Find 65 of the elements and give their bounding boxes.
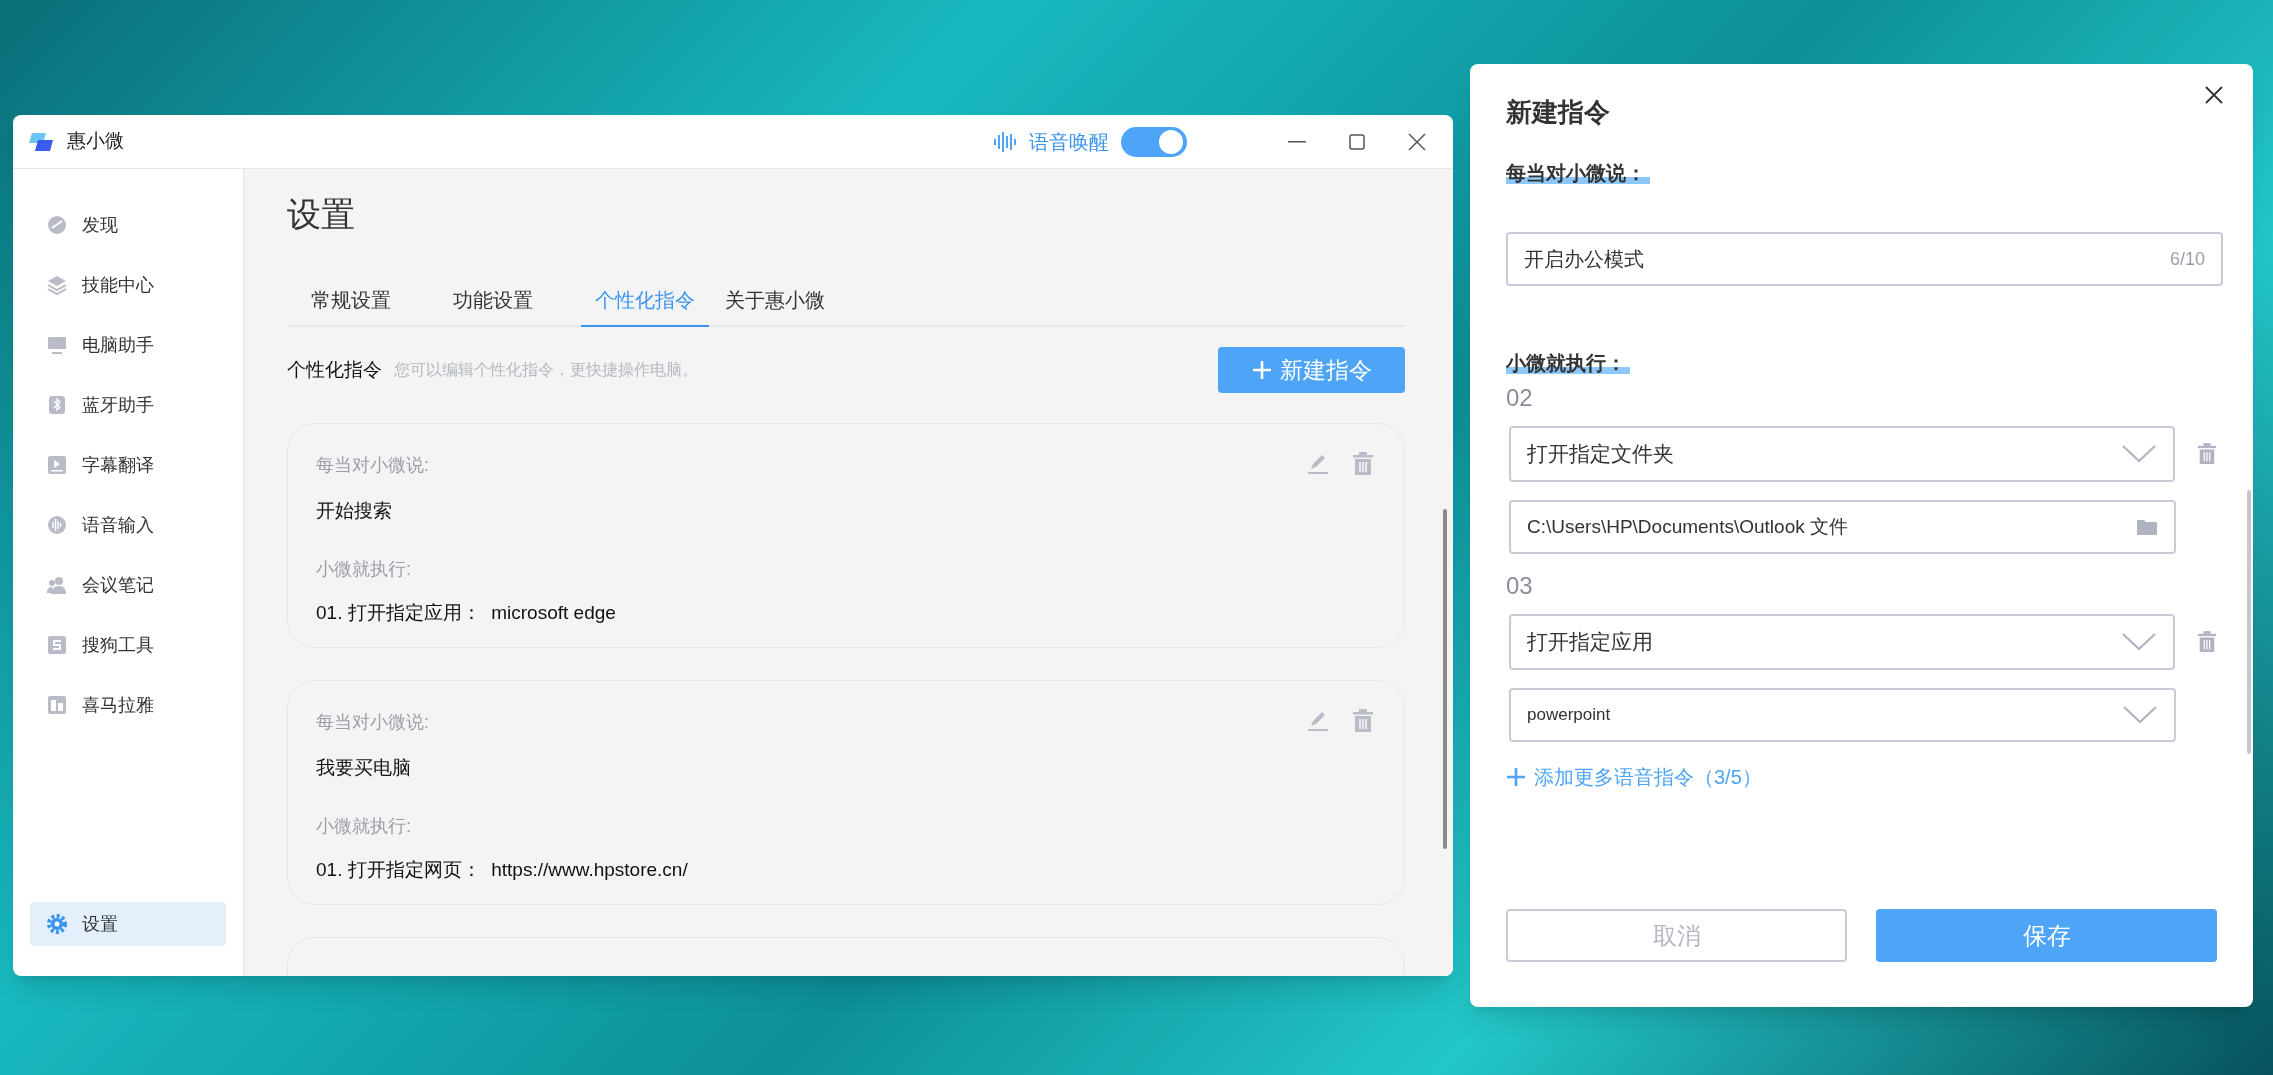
sidebar-item[interactable]: 发现 bbox=[30, 203, 226, 247]
sidebar-item[interactable]: 字幕翻译 bbox=[30, 443, 226, 487]
folder-icon[interactable] bbox=[2136, 518, 2158, 536]
phrase-field[interactable]: 开启办公模式 6/10 bbox=[1506, 232, 2223, 286]
execute-label: 小微就执行: bbox=[316, 814, 411, 838]
folder-path-field[interactable]: C:\Users\HP\Documents\Outlook 文件 bbox=[1509, 500, 2176, 554]
sidebar-item-icon bbox=[46, 574, 68, 596]
character-counter: 6/10 bbox=[2169, 247, 2205, 271]
tab[interactable]: 常规设置 bbox=[297, 285, 405, 327]
chevron-down-icon bbox=[2121, 444, 2158, 464]
command-action: 01. 打开指定应用： microsoft edge bbox=[316, 600, 617, 625]
delete-icon[interactable] bbox=[2197, 630, 2217, 654]
command-phrase: 开始搜索 bbox=[316, 499, 393, 523]
sound-wave-icon bbox=[993, 129, 1017, 154]
plus-icon bbox=[1251, 360, 1272, 380]
voice-wake-toggle[interactable] bbox=[1121, 126, 1187, 157]
sidebar-item-icon bbox=[46, 274, 68, 296]
section-title: 个性化指令 bbox=[287, 357, 382, 382]
close-icon[interactable] bbox=[2205, 86, 2223, 104]
dialog-title: 新建指令 bbox=[1506, 96, 1611, 129]
sidebar-item[interactable]: 电脑助手 bbox=[30, 323, 226, 367]
edit-icon[interactable] bbox=[1306, 452, 1330, 476]
minimize-icon[interactable] bbox=[1288, 140, 1306, 143]
sidebar-item[interactable]: 喜马拉雅 bbox=[30, 683, 226, 727]
sidebar-item-icon bbox=[46, 634, 68, 656]
scrollbar[interactable] bbox=[1443, 509, 1447, 849]
step-number: 03 bbox=[1506, 571, 1533, 601]
delete-icon[interactable] bbox=[2197, 442, 2217, 466]
say-label: 每当对小微说: bbox=[316, 711, 429, 734]
command-phrase: 我要买电脑 bbox=[316, 756, 412, 780]
section-description: 您可以编辑个性化指令，更快捷操作电脑。 bbox=[394, 360, 698, 380]
scrollbar[interactable] bbox=[2247, 490, 2251, 754]
sidebar-item[interactable]: 会议笔记 bbox=[30, 563, 226, 607]
app-dropdown[interactable]: powerpoint bbox=[1509, 688, 2176, 742]
plus-icon bbox=[1506, 767, 1526, 787]
sidebar-item[interactable]: 设置 bbox=[30, 902, 226, 946]
sidebar-item-icon bbox=[46, 514, 68, 536]
action-dropdown[interactable]: 打开指定文件夹 bbox=[1509, 426, 2176, 482]
sidebar-item-icon bbox=[46, 214, 68, 236]
sidebar-item-icon bbox=[46, 694, 68, 716]
sidebar-item-icon bbox=[46, 394, 68, 416]
chevron-down-icon bbox=[2122, 705, 2158, 725]
sidebar-item-icon bbox=[46, 913, 68, 935]
step-number: 02 bbox=[1506, 383, 1533, 413]
sidebar-item-icon bbox=[46, 334, 68, 356]
tab[interactable]: 关于惠小微 bbox=[711, 285, 839, 327]
delete-icon[interactable] bbox=[1352, 452, 1374, 476]
action-dropdown[interactable]: 打开指定应用 bbox=[1509, 614, 2176, 670]
voice-wake-label: 语音唤醒 bbox=[1029, 129, 1109, 155]
delete-icon[interactable] bbox=[1352, 709, 1374, 733]
maximize-icon[interactable] bbox=[1349, 133, 1365, 150]
tab[interactable]: 功能设置 bbox=[439, 285, 547, 327]
execute-label: 小微就执行: bbox=[316, 557, 411, 581]
window-title: 惠小微 bbox=[67, 129, 124, 154]
sidebar-item[interactable]: 蓝牙助手 bbox=[30, 383, 226, 427]
sidebar-item-icon bbox=[46, 454, 68, 476]
edit-icon[interactable] bbox=[1306, 709, 1330, 733]
close-icon[interactable] bbox=[1408, 132, 1426, 151]
say-label: 每当对小微说: bbox=[316, 454, 429, 477]
sidebar-item[interactable]: 搜狗工具 bbox=[30, 623, 226, 667]
sidebar-item[interactable]: 技能中心 bbox=[30, 263, 226, 307]
command-action: 01. 打开指定网页： https://www.hpstore.cn/ bbox=[316, 857, 689, 882]
page-title: 设置 bbox=[287, 194, 356, 235]
chevron-down-icon bbox=[2121, 632, 2158, 652]
sidebar-item[interactable]: 语音输入 bbox=[30, 503, 226, 547]
